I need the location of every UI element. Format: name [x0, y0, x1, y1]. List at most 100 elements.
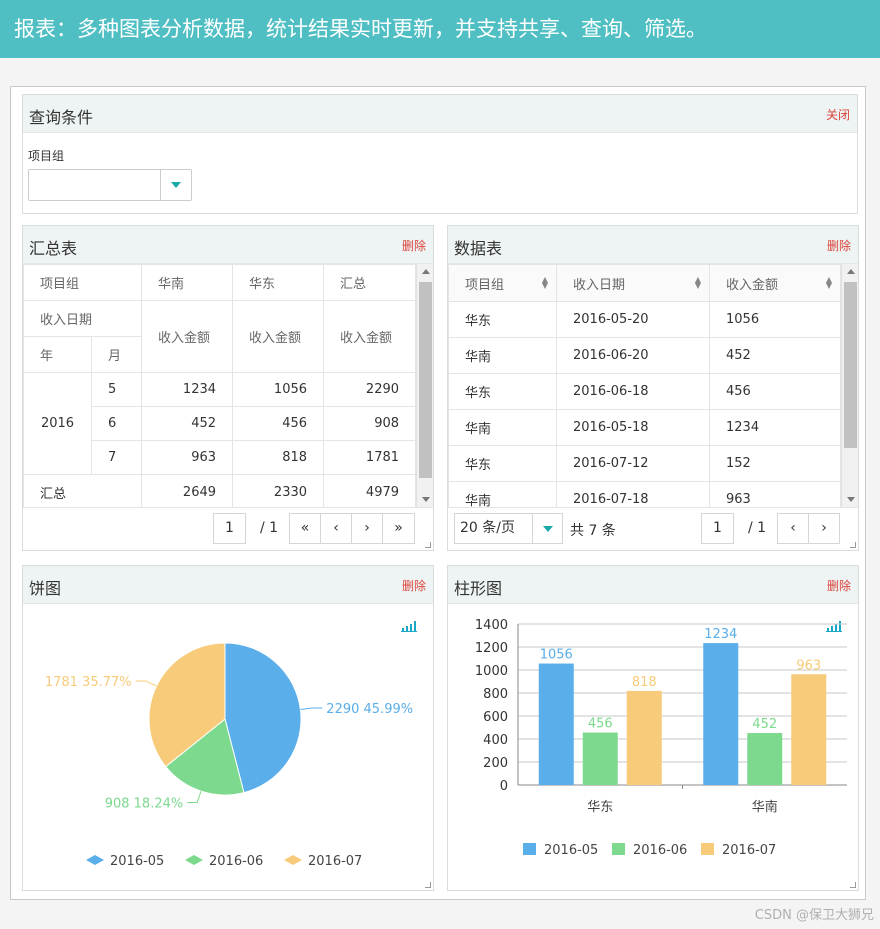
legend-marker-icon: [284, 855, 302, 865]
bar-chart: 0 200 400 600 800 1000 1200 1400 1056 456 818 华东 123…: [475, 618, 847, 858]
query-panel-title: 查询条件: [29, 108, 94, 127]
page-number-input[interactable]: 1: [701, 513, 734, 544]
data-table-scrollbar[interactable]: [841, 264, 858, 507]
legend-label: 2016-06: [633, 843, 687, 858]
bar-2016-05-华东: [538, 663, 574, 785]
column-label: 收入金额: [726, 277, 779, 293]
table-row[interactable]: 华东 2016-07-12 152: [448, 445, 841, 482]
value-cell: 1056: [232, 372, 325, 407]
close-button[interactable]: 关闭: [826, 106, 850, 123]
value-cell: 456: [232, 406, 325, 441]
cell: 2016-07-12: [556, 445, 710, 482]
column-header-income-date[interactable]: 收入日期 ▲ ▼: [556, 264, 710, 302]
table-row[interactable]: 华南 2016-06-20 452: [448, 337, 841, 374]
data-table-panel-header: 数据表 删除: [448, 226, 858, 264]
prev-page-button[interactable]: ‹: [320, 513, 352, 544]
page-number-input[interactable]: 1: [213, 513, 246, 544]
resize-handle[interactable]: [425, 542, 431, 548]
cell: 华东: [448, 445, 557, 482]
cell: 452: [709, 337, 841, 374]
cell: 2016-05-18: [556, 409, 710, 446]
pie-label-line: [300, 707, 323, 710]
x-category-label: 华东: [587, 800, 613, 815]
cell: 2016-06-18: [556, 373, 710, 410]
page-banner: 报表：多种图表分析数据，统计结果实时更新，并支持共享、查询、筛选。: [0, 0, 880, 58]
first-page-button[interactable]: «: [289, 513, 321, 544]
bar-value-label: 456: [588, 717, 613, 732]
page-size-value: 20 条/页: [460, 520, 515, 536]
header-east: 华东: [232, 264, 325, 301]
bar-value-label: 1056: [540, 648, 573, 663]
scroll-down-icon[interactable]: [422, 497, 430, 502]
scroll-thumb[interactable]: [844, 282, 857, 448]
summary-panel-header: 汇总表 删除: [23, 226, 433, 264]
query-panel: 查询条件 关闭 项目组: [22, 94, 858, 214]
total-count: 共 7 条: [570, 523, 616, 539]
month-cell: 6: [90, 406, 143, 441]
cell: 华南: [448, 337, 557, 374]
y-tick-label: 800: [483, 687, 508, 702]
query-panel-header: 查询条件 关闭: [23, 95, 857, 133]
project-group-select[interactable]: [28, 169, 192, 201]
scroll-up-icon[interactable]: [847, 269, 855, 274]
y-tick-label: 600: [483, 710, 508, 725]
cell: 2016-06-20: [556, 337, 710, 374]
table-row[interactable]: 华东 2016-05-20 1056: [448, 301, 841, 338]
delete-button[interactable]: 删除: [827, 577, 851, 594]
sort-icon[interactable]: ▲ ▼: [542, 276, 548, 290]
bar-2016-06-华东: [582, 732, 618, 785]
sort-icon[interactable]: ▲ ▼: [826, 276, 832, 290]
scroll-up-icon[interactable]: [422, 269, 430, 274]
value-cell: 2290: [323, 372, 416, 407]
scroll-down-icon[interactable]: [847, 497, 855, 502]
delete-button[interactable]: 删除: [402, 237, 426, 254]
table-row[interactable]: 华南 2016-05-18 1234: [448, 409, 841, 446]
summary-scrollbar[interactable]: [416, 264, 433, 507]
report-container: 查询条件 关闭 项目组 汇总表 删除 项目组 华南 华东 汇总 收入日期 收入金…: [10, 86, 866, 900]
page-size-dropdown[interactable]: [532, 514, 562, 543]
pie-chart: 2290 45.99% 908 18.24% 1781 35.77% 2016-05 2…: [45, 642, 413, 869]
footer-value: 2330: [232, 474, 325, 507]
next-page-button[interactable]: ›: [351, 513, 383, 544]
resize-handle[interactable]: [850, 882, 856, 888]
caret-down-icon: [171, 182, 181, 188]
value-cell: 908: [323, 406, 416, 441]
dropdown-button[interactable]: [160, 170, 191, 200]
header-amount-east: 收入金额: [232, 300, 325, 373]
table-row[interactable]: 华东 2016-06-18 456: [448, 373, 841, 410]
header-amount-south: 收入金额: [141, 300, 234, 373]
legend-label: 2016-07: [722, 843, 776, 858]
table-row[interactable]: 华南 2016-07-18 963: [448, 481, 841, 507]
value-cell: 818: [232, 440, 325, 475]
column-header-amount[interactable]: 收入金额 ▲ ▼: [709, 264, 841, 302]
pie-label: 2290 45.99%: [326, 702, 413, 717]
data-table-pager: 20 条/页 共 7 条 1 / 1 ‹ ›: [448, 507, 858, 549]
summary-table: 项目组 华南 华东 汇总 收入日期 收入金额 收入金额 收入金额 年 月 201…: [23, 264, 416, 507]
delete-button[interactable]: 删除: [402, 577, 426, 594]
resize-handle[interactable]: [425, 882, 431, 888]
sort-icon[interactable]: ▲ ▼: [695, 276, 701, 290]
summary-table-viewport: 项目组 华南 华东 汇总 收入日期 收入金额 收入金额 收入金额 年 月 201…: [23, 264, 416, 507]
scroll-thumb[interactable]: [419, 282, 432, 478]
resize-handle[interactable]: [850, 542, 856, 548]
delete-button[interactable]: 删除: [827, 237, 851, 254]
footer-value: 4979: [323, 474, 416, 507]
column-header-project-group[interactable]: 项目组 ▲ ▼: [448, 264, 557, 302]
watermark: CSDN @保卫大狮兄: [754, 908, 874, 923]
cell: 963: [709, 481, 841, 507]
page-size-select[interactable]: 20 条/页: [454, 513, 563, 544]
bar-panel: 柱形图 删除 0 200 400 600 800 1000 1200 1400 1056 456 8…: [447, 565, 859, 891]
prev-page-button[interactable]: ‹: [777, 513, 809, 544]
bar-value-label: 818: [632, 675, 657, 690]
last-page-button[interactable]: »: [382, 513, 415, 544]
pie-panel-header: 饼图 删除: [23, 566, 433, 604]
next-page-button[interactable]: ›: [808, 513, 840, 544]
y-tick-label: 1400: [475, 618, 508, 633]
bar-value-label: 1234: [704, 627, 737, 642]
header-month: 月: [90, 336, 143, 373]
cell: 1056: [709, 301, 841, 338]
table-footer-row: 汇总 2649 2330 4979: [23, 474, 416, 507]
data-table-viewport: 项目组 ▲ ▼ 收入日期 ▲ ▼ 收入金额 ▲ ▼ 华东 2016-05-20 1056 华南 2…: [448, 264, 841, 507]
y-tick-label: 1000: [475, 664, 508, 679]
table-row: 2016 5 1234 1056 2290: [23, 372, 416, 475]
